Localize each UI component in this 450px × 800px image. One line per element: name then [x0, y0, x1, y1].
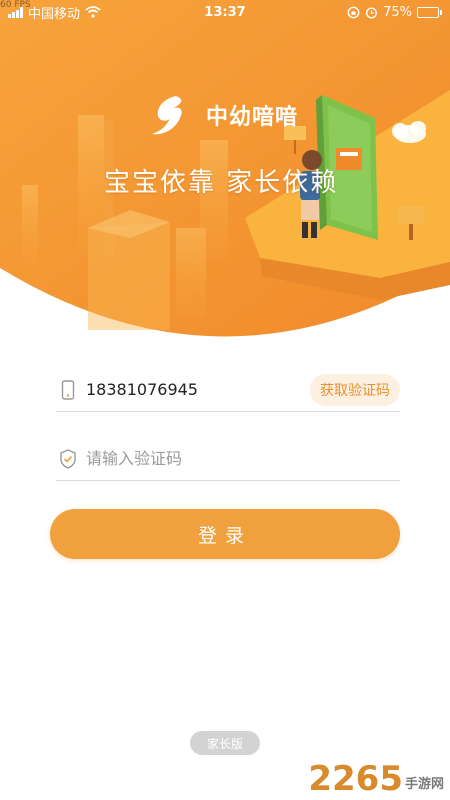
site-watermark: 2265 手游网 — [308, 762, 444, 796]
login-button[interactable]: 登录 — [50, 509, 400, 559]
hero-slogan: 宝宝依靠 家长依赖 — [104, 168, 339, 198]
shield-check-icon — [58, 448, 78, 469]
version-badge[interactable]: 家长版 — [190, 731, 260, 755]
rotation-lock-icon — [347, 6, 360, 18]
watermark-site: 手游网 — [404, 777, 444, 792]
wifi-icon — [85, 6, 101, 18]
fps-overlay: 60 FPS — [0, 0, 31, 10]
status-bar: 中国移动 13:37 75% — [0, 0, 450, 24]
app-name: 中幼喑喑 — [206, 105, 299, 130]
verification-code-field[interactable] — [56, 437, 400, 481]
verification-code-input[interactable] — [86, 449, 400, 468]
battery-icon — [417, 6, 442, 18]
alarm-icon — [366, 6, 378, 19]
watermark-number: 2265 — [308, 759, 403, 799]
hero-banner: 中幼喑喑 宝宝依靠 家长依赖 — [0, 0, 450, 340]
phone-icon — [58, 379, 78, 400]
carrier-name: 中国移动 — [28, 6, 81, 22]
app-logo: 中幼喑喑 — [146, 92, 298, 138]
phone-number-value[interactable]: 18381076945 — [86, 380, 310, 399]
battery-percent: 75% — [383, 4, 412, 20]
get-code-button[interactable]: 获取验证码 — [310, 373, 400, 406]
logo-mark-icon — [152, 96, 182, 135]
phone-field[interactable]: 18381076945 获取验证码 — [56, 368, 400, 412]
